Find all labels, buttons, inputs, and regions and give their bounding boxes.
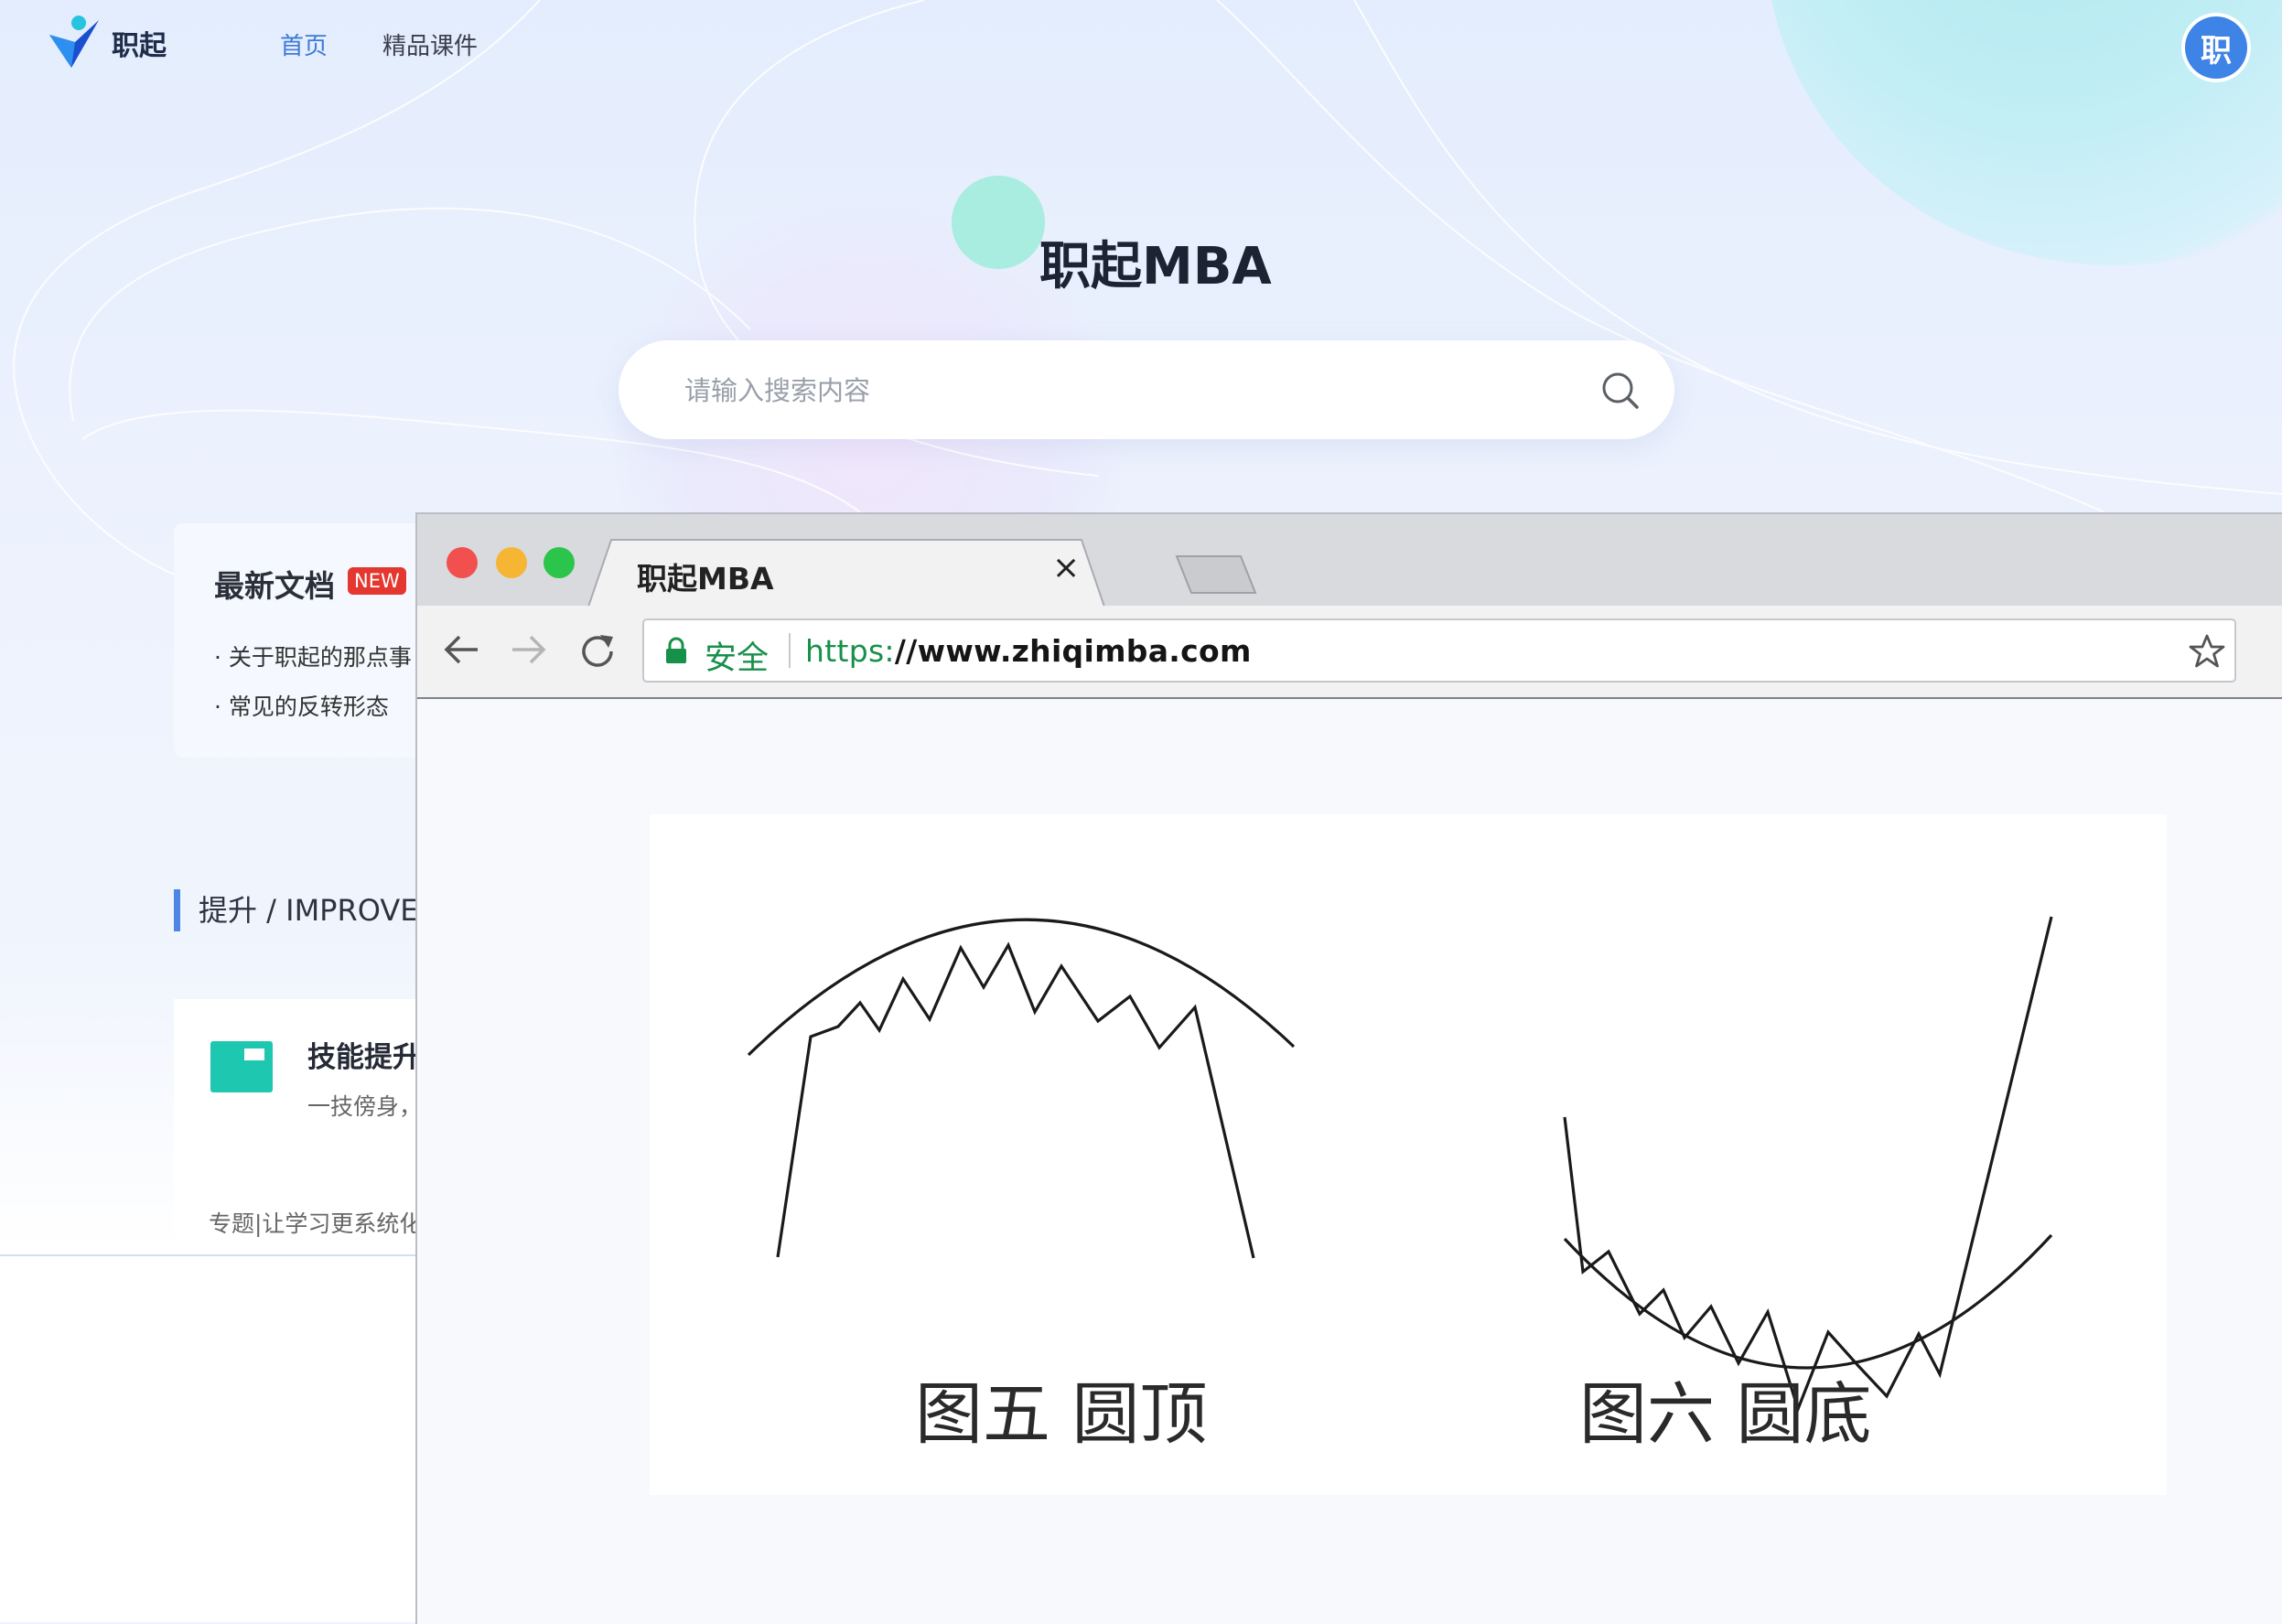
search-bar (619, 340, 1674, 439)
top-navigation: 首页 精品课件 (280, 27, 478, 61)
browser-page-content: 图五 圆顶 图六 圆底 (417, 699, 2282, 1624)
search-icon[interactable] (1601, 371, 1640, 410)
maximize-window-button[interactable] (544, 547, 575, 578)
logo-icon (49, 16, 99, 68)
section-heading: 提升 / IMPROVE (174, 889, 418, 931)
new-badge: NEW (348, 567, 406, 595)
rounding-bottom-arc (1563, 1233, 2053, 1370)
pattern-figure: 图五 圆顶 图六 圆底 (650, 814, 2167, 1495)
caption-rounding-bottom: 图六 圆底 (1579, 1375, 1872, 1454)
rounding-top-price-line (776, 941, 1255, 1259)
search-input[interactable] (683, 366, 1510, 415)
site-logo[interactable]: 职起 (48, 15, 167, 71)
address-bar-row: 安全 https://www.zhiqimba.com (417, 606, 2282, 699)
back-arrow-icon[interactable] (441, 631, 481, 668)
new-tab-button[interactable] (1175, 554, 1259, 597)
rounding-top-arc (747, 918, 1296, 1057)
nav-item-home[interactable]: 首页 (280, 27, 328, 61)
skill-card-desc: 一技傍身， (307, 1093, 423, 1120)
browser-tab[interactable]: 职起MBA × (587, 538, 1109, 611)
reload-icon[interactable] (578, 631, 619, 672)
skill-icon (210, 1041, 273, 1092)
caption-rounding-top: 图五 圆顶 (915, 1375, 1208, 1454)
url-text[interactable]: https://www.zhiqimba.com (805, 633, 1252, 669)
skill-card-title: 技能提升 (307, 1041, 421, 1074)
tab-title: 职起MBA (637, 561, 774, 597)
rounding-patterns-diagram (747, 916, 2053, 1414)
secure-label: 安全 (705, 640, 770, 677)
minimize-window-button[interactable] (496, 547, 527, 578)
omnibox-divider (789, 633, 791, 668)
url-protocol: https: (805, 633, 895, 669)
nav-item-courseware[interactable]: 精品课件 (382, 27, 478, 61)
avatar[interactable]: 职 (2185, 16, 2247, 79)
forward-arrow-icon[interactable] (509, 631, 549, 668)
latest-docs-list: · 关于职起的那点事 · 常见的反转形态 (214, 633, 412, 732)
close-window-button[interactable] (447, 547, 478, 578)
url-host: //www.zhiqimba.com (894, 633, 1252, 669)
lock-icon (666, 637, 686, 663)
list-item[interactable]: · 常见的反转形态 (214, 683, 412, 732)
close-tab-icon[interactable]: × (1052, 549, 1080, 586)
logo-text: 职起 (112, 30, 167, 62)
browser-tab-strip: 职起MBA × (417, 514, 2282, 610)
skill-card-footer: 专题|让学习更系统化 (209, 1210, 423, 1237)
list-item[interactable]: · 关于职起的那点事 (214, 633, 412, 683)
latest-docs-title: 最新文档 (214, 568, 335, 604)
rounding-bottom-price-line (1563, 916, 2053, 1414)
hero-title: 职起MBA (1039, 237, 1272, 296)
browser-window: 职起MBA × 安全 https://www.zhiqimba.com 图五 圆… (415, 512, 2282, 1624)
url-field[interactable]: 安全 https://www.zhiqimba.com (642, 618, 2236, 683)
decorative-mint-circle (952, 176, 1045, 269)
bookmark-star-icon[interactable] (2189, 633, 2225, 670)
